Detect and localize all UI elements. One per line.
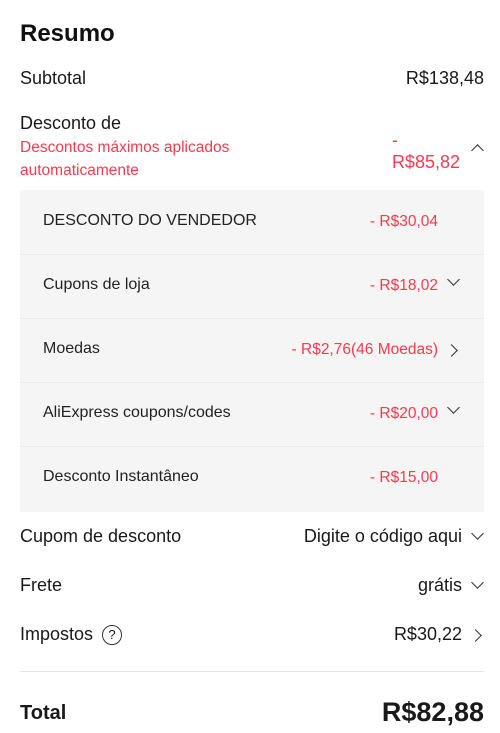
detail-label: Cupons de loja (43, 276, 150, 293)
total-label: Total (20, 702, 67, 724)
order-summary: Resumo Subtotal R$138,48 Desconto de Des… (0, 0, 500, 733)
discount-details-panel: DESCONTO DO VENDEDOR - R$30,04 Cupons de… (20, 190, 484, 512)
detail-value: - R$18,02 (369, 277, 438, 294)
detail-value: - R$2,76(46 Moedas) (291, 341, 438, 358)
taxes-label-group: Impostos ? (20, 624, 123, 645)
chevron-up-icon[interactable] (471, 144, 484, 157)
detail-value: - R$30,04 (369, 213, 438, 230)
summary-title: Resumo (20, 20, 115, 47)
discount-dash: - (391, 130, 398, 150)
chevron-right-icon[interactable] (445, 344, 458, 357)
shipping-label: Frete (20, 575, 63, 595)
detail-label: Moedas (43, 340, 100, 357)
taxes-label: Impostos (20, 624, 94, 644)
chevron-down-icon[interactable] (471, 527, 484, 540)
discount-detail-row[interactable]: Cupons de loja - R$18,02 (20, 254, 484, 319)
total-value: R$82,88 (381, 697, 484, 727)
discount-detail-row[interactable]: AliExpress coupons/codes - R$20,00 (20, 382, 484, 447)
chevron-down-icon[interactable] (447, 273, 460, 286)
subtotal-value: R$138,48 (405, 68, 484, 88)
discount-value: R$85,82 (391, 152, 460, 172)
detail-value: - R$20,00 (369, 405, 438, 422)
detail-label: AliExpress coupons/codes (43, 404, 231, 421)
divider (20, 671, 484, 672)
discount-detail-row: DESCONTO DO VENDEDOR - R$30,04 (20, 190, 484, 255)
help-icon[interactable]: ? (102, 625, 123, 645)
coupon-code-input[interactable]: Digite o código aqui (304, 526, 462, 547)
chevron-right-icon[interactable] (469, 629, 482, 642)
chevron-down-icon[interactable] (447, 401, 460, 414)
shipping-value: grátis (417, 575, 462, 595)
detail-value: - R$15,00 (369, 469, 438, 486)
discount-amount: - R$85,82 (392, 128, 460, 174)
discount-detail-row: Desconto Instantâneo - R$15,00 (20, 446, 484, 512)
detail-label: DESCONTO DO VENDEDOR (43, 212, 257, 229)
subtotal-label: Subtotal (20, 68, 87, 88)
coupon-label: Cupom de desconto (20, 526, 182, 546)
chevron-down-icon[interactable] (471, 576, 484, 589)
discount-detail-row[interactable]: Moedas - R$2,76(46 Moedas) (20, 318, 484, 383)
discount-label: Desconto de (20, 113, 122, 133)
discount-note: Descontos máximos aplicados automaticame… (20, 139, 230, 179)
detail-label: Desconto Instantâneo (43, 468, 199, 485)
taxes-value: R$30,22 (393, 624, 462, 644)
